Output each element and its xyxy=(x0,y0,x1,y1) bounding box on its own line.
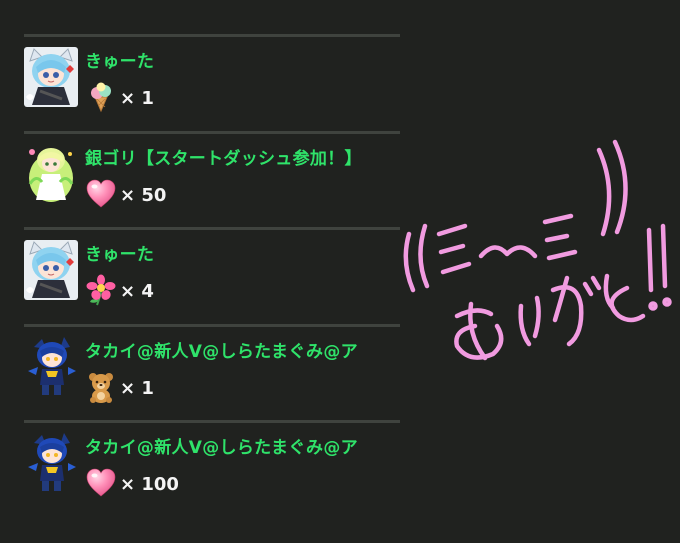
handwritten-stroke xyxy=(542,213,574,225)
cat-ear-girl-avatar-icon[interactable] xyxy=(24,47,78,107)
gift-row: タカイ@新人V@しらたまぐみ@ア × 1 xyxy=(24,323,400,421)
gift-sender-name[interactable]: きゅーた xyxy=(85,244,400,266)
handwritten-stroke xyxy=(612,139,628,235)
cat-ear-girl-avatar-icon[interactable] xyxy=(24,240,78,300)
handwritten-stroke xyxy=(403,231,416,293)
handwritten-stroke xyxy=(454,308,494,319)
gift-row: きゅーた × 4 xyxy=(24,227,400,324)
gift-sender-name[interactable]: タカイ@新人V@しらたまぐみ@ア xyxy=(85,437,400,459)
handwritten-stroke xyxy=(438,243,466,255)
gift-list: きゅーた × 1 銀ゴリ【スタートダッシュ参加！】 × 50 きゅーた × 4 … xyxy=(24,34,400,516)
handwritten-stroke xyxy=(590,275,602,291)
handwritten-stroke xyxy=(662,297,672,307)
handwritten-thanks-annotation xyxy=(403,139,672,361)
handwritten-stroke xyxy=(596,147,612,237)
gift-sender-name[interactable]: タカイ@新人V@しらたまぐみ@ア xyxy=(85,341,400,363)
gift-count: × 1 xyxy=(120,377,154,399)
handwritten-stroke xyxy=(660,223,668,289)
handwritten-stroke xyxy=(648,301,658,311)
green-hair-girl-avatar-icon[interactable] xyxy=(24,144,78,204)
handwritten-stroke xyxy=(552,275,570,323)
handwritten-stroke xyxy=(582,281,594,297)
gift-count: × 100 xyxy=(120,474,179,495)
handwritten-stroke xyxy=(646,227,654,293)
handwritten-stroke xyxy=(418,223,430,289)
gift-row: きゅーた × 1 xyxy=(24,34,400,131)
handwritten-stroke xyxy=(546,249,578,261)
handwritten-stroke xyxy=(440,261,472,275)
gift-count: × 1 xyxy=(120,88,154,109)
gift-count: × 4 xyxy=(120,281,154,302)
ice-cream-icon xyxy=(85,81,117,113)
gift-row: タカイ@新人V@しらたまぐみ@ア × 100 xyxy=(24,420,400,516)
handwritten-stroke xyxy=(544,233,570,243)
handwritten-stroke xyxy=(518,303,532,347)
pink-flower-icon xyxy=(85,274,117,306)
gift-sender-name[interactable]: きゅーた xyxy=(85,51,400,73)
handwritten-stroke xyxy=(532,295,541,339)
heart-icon xyxy=(85,467,117,499)
blue-chibi-avatar-icon[interactable] xyxy=(24,337,78,397)
blue-chibi-avatar-icon[interactable] xyxy=(24,433,78,493)
heart-icon xyxy=(85,178,117,210)
handwritten-stroke xyxy=(609,285,646,323)
gift-count: × 50 xyxy=(120,184,167,206)
handwritten-stroke xyxy=(436,223,468,237)
gift-row: 銀ゴリ【スタートダッシュ参加！】 × 50 xyxy=(24,130,400,228)
teddy-bear-icon xyxy=(85,371,117,403)
handwritten-stroke xyxy=(478,245,538,259)
gift-sender-name[interactable]: 銀ゴリ【スタートダッシュ参加！】 xyxy=(85,148,400,170)
